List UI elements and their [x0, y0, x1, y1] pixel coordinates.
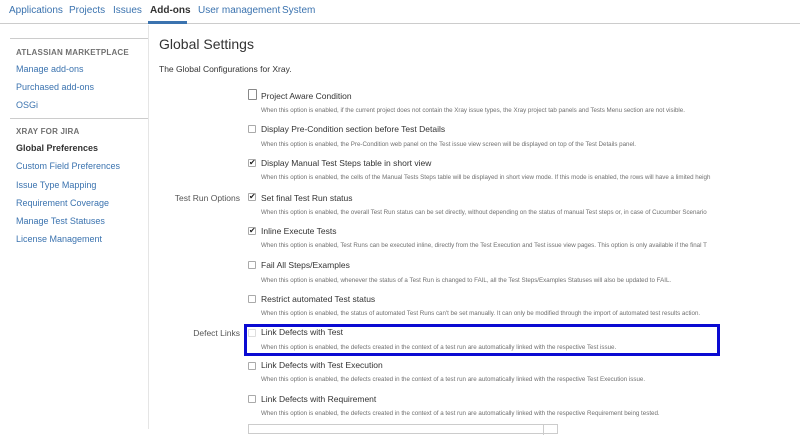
sidebar-item-license-management[interactable]: License Management	[16, 234, 102, 244]
sidebar-item-global-preferences[interactable]: Global Preferences	[16, 143, 98, 153]
option-description: When this option is enabled, whenever th…	[261, 277, 672, 284]
option-label-restrict-automated-test-status: Restrict automated Test status	[261, 294, 376, 304]
tab-projects[interactable]: Projects	[69, 5, 105, 16]
option-label-fail-all-steps: Fail All Steps/Examples	[261, 260, 350, 270]
sidebar-divider	[10, 38, 148, 39]
sidebar-item-issue-type-mapping[interactable]: Issue Type Mapping	[16, 180, 96, 190]
tab-user-management[interactable]: User management	[198, 5, 280, 16]
option-description: When this option is enabled, the cells o…	[261, 174, 711, 181]
sidebar-item-requirement-coverage[interactable]: Requirement Coverage	[16, 198, 109, 208]
sidebar-item-manage-test-statuses[interactable]: Manage Test Statuses	[16, 216, 105, 226]
sidebar-item-custom-field-preferences[interactable]: Custom Field Preferences	[16, 161, 120, 171]
checkbox-link-defects-with-requirement[interactable]	[248, 395, 256, 403]
checkbox-link-defects-with-test[interactable]	[248, 329, 256, 337]
sidebar-divider	[10, 118, 148, 119]
sidebar-item-osgi[interactable]: OSGi	[16, 100, 38, 110]
tab-applications[interactable]: Applications	[9, 5, 63, 16]
option-description: When this option is enabled, the overall…	[261, 209, 707, 216]
admin-top-nav: Applications Projects Issues Add-ons Use…	[0, 0, 800, 24]
checkbox-inline-execute-tests[interactable]: ✔	[248, 227, 256, 235]
tab-issues[interactable]: Issues	[113, 5, 142, 16]
checkbox-display-pre-condition[interactable]	[248, 125, 256, 133]
option-description: When this option is enabled, the defects…	[261, 344, 617, 351]
sidebar-border	[148, 25, 149, 429]
page-description: The Global Configurations for Xray.	[159, 64, 292, 74]
option-description: When this option is enabled, Test Runs c…	[261, 242, 707, 249]
option-description: When this option is enabled, the defects…	[261, 376, 646, 383]
option-description: When this option is enabled, the defects…	[261, 410, 660, 417]
option-label-set-final-test-run-status: Set final Test Run status	[261, 193, 353, 203]
option-description: When this option is enabled, the status …	[261, 310, 701, 317]
select-dropdown-button[interactable]	[543, 425, 557, 435]
sidebar: ATLASSIAN MARKETPLACE Manage add-ons Pur…	[0, 25, 148, 429]
option-description: When this option is enabled, the Pre-Con…	[261, 141, 637, 148]
partial-select-field[interactable]	[248, 424, 558, 435]
checkbox-project-aware-condition[interactable]	[248, 89, 257, 100]
option-label-inline-execute-tests: Inline Execute Tests	[261, 226, 337, 236]
checkbox-restrict-automated-test-status[interactable]	[248, 295, 256, 303]
sidebar-item-manage-add-ons[interactable]: Manage add-ons	[16, 64, 84, 74]
sidebar-heading-marketplace: ATLASSIAN MARKETPLACE	[16, 48, 129, 57]
group-label-defect-links: Defect Links	[193, 328, 240, 338]
checkbox-link-defects-with-test-execution[interactable]	[248, 362, 256, 370]
option-label-manual-test-steps-short-view: Display Manual Test Steps table in short…	[261, 158, 432, 168]
option-description: When this option is enabled, if the curr…	[261, 107, 685, 114]
tab-add-ons[interactable]: Add-ons	[150, 5, 191, 16]
sidebar-heading-xray: XRAY FOR JIRA	[16, 127, 80, 136]
option-label-project-aware-condition: Project Aware Condition	[261, 91, 352, 101]
page-title: Global Settings	[159, 36, 254, 52]
option-label-display-pre-condition: Display Pre-Condition section before Tes…	[261, 124, 446, 134]
option-label-link-defects-with-requirement: Link Defects with Requirement	[261, 394, 377, 404]
active-tab-indicator	[148, 21, 187, 24]
group-label-test-run-options: Test Run Options	[174, 193, 240, 203]
option-label-link-defects-with-test-execution: Link Defects with Test Execution	[261, 360, 383, 370]
checkbox-manual-test-steps-short-view[interactable]: ✔	[248, 159, 256, 167]
checkbox-set-final-test-run-status[interactable]: ✔	[248, 193, 256, 201]
tab-system[interactable]: System	[282, 5, 315, 16]
option-label-link-defects-with-test: Link Defects with Test	[261, 327, 344, 337]
sidebar-item-purchased-add-ons[interactable]: Purchased add-ons	[16, 82, 94, 92]
checkbox-fail-all-steps[interactable]	[248, 261, 256, 269]
